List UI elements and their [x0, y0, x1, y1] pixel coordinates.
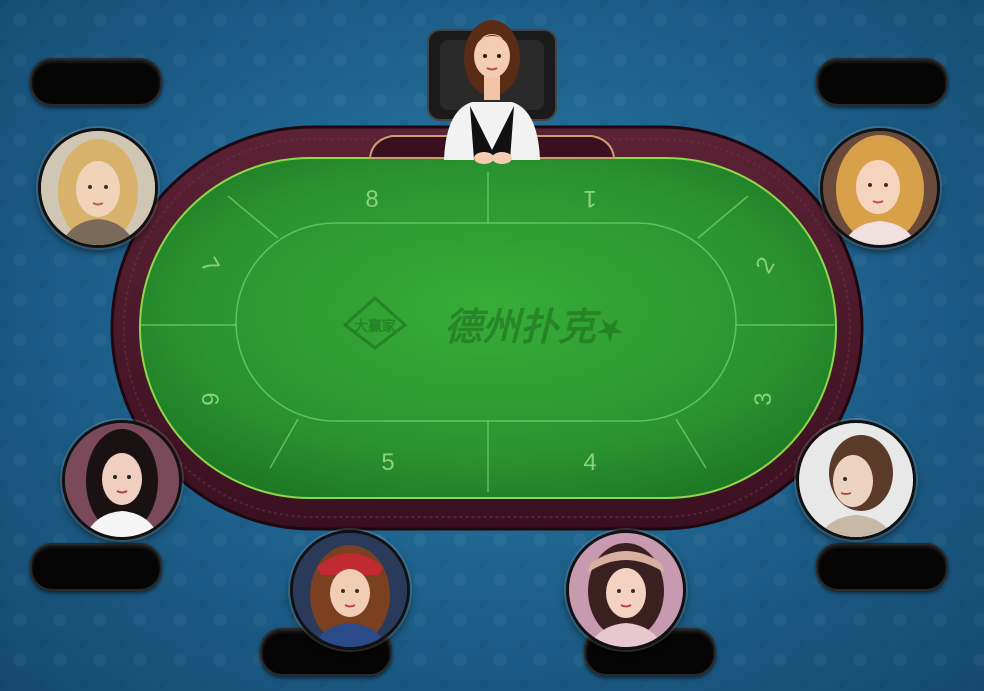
player-avatar-bottom-right[interactable]: [796, 420, 916, 540]
player-name-pill: [816, 543, 948, 591]
player-avatar-bottom-left[interactable]: [62, 420, 182, 540]
player-avatar-bottom-center-right[interactable]: [566, 530, 686, 650]
player-name-pill: [30, 543, 162, 591]
seat-number-6: 6: [196, 392, 223, 405]
seat-number-5: 5: [381, 449, 394, 476]
seat-number-3: 3: [750, 392, 777, 405]
player-name-pill: [816, 58, 948, 106]
seat-number-4: 4: [583, 449, 596, 476]
player-avatar-top-right[interactable]: [820, 128, 940, 248]
logo-text: 德州扑克: [444, 305, 602, 349]
player-avatar-top-left[interactable]: [38, 128, 158, 248]
seat-number-8: 8: [365, 186, 378, 213]
dealer-avatar: [427, 20, 557, 164]
seat-number-1: 1: [583, 185, 596, 212]
dealer: [422, 10, 562, 170]
player-avatar-bottom-center-left[interactable]: [290, 530, 410, 650]
player-name-pill: [30, 58, 162, 106]
logo-badge: 大赢家: [354, 318, 397, 335]
